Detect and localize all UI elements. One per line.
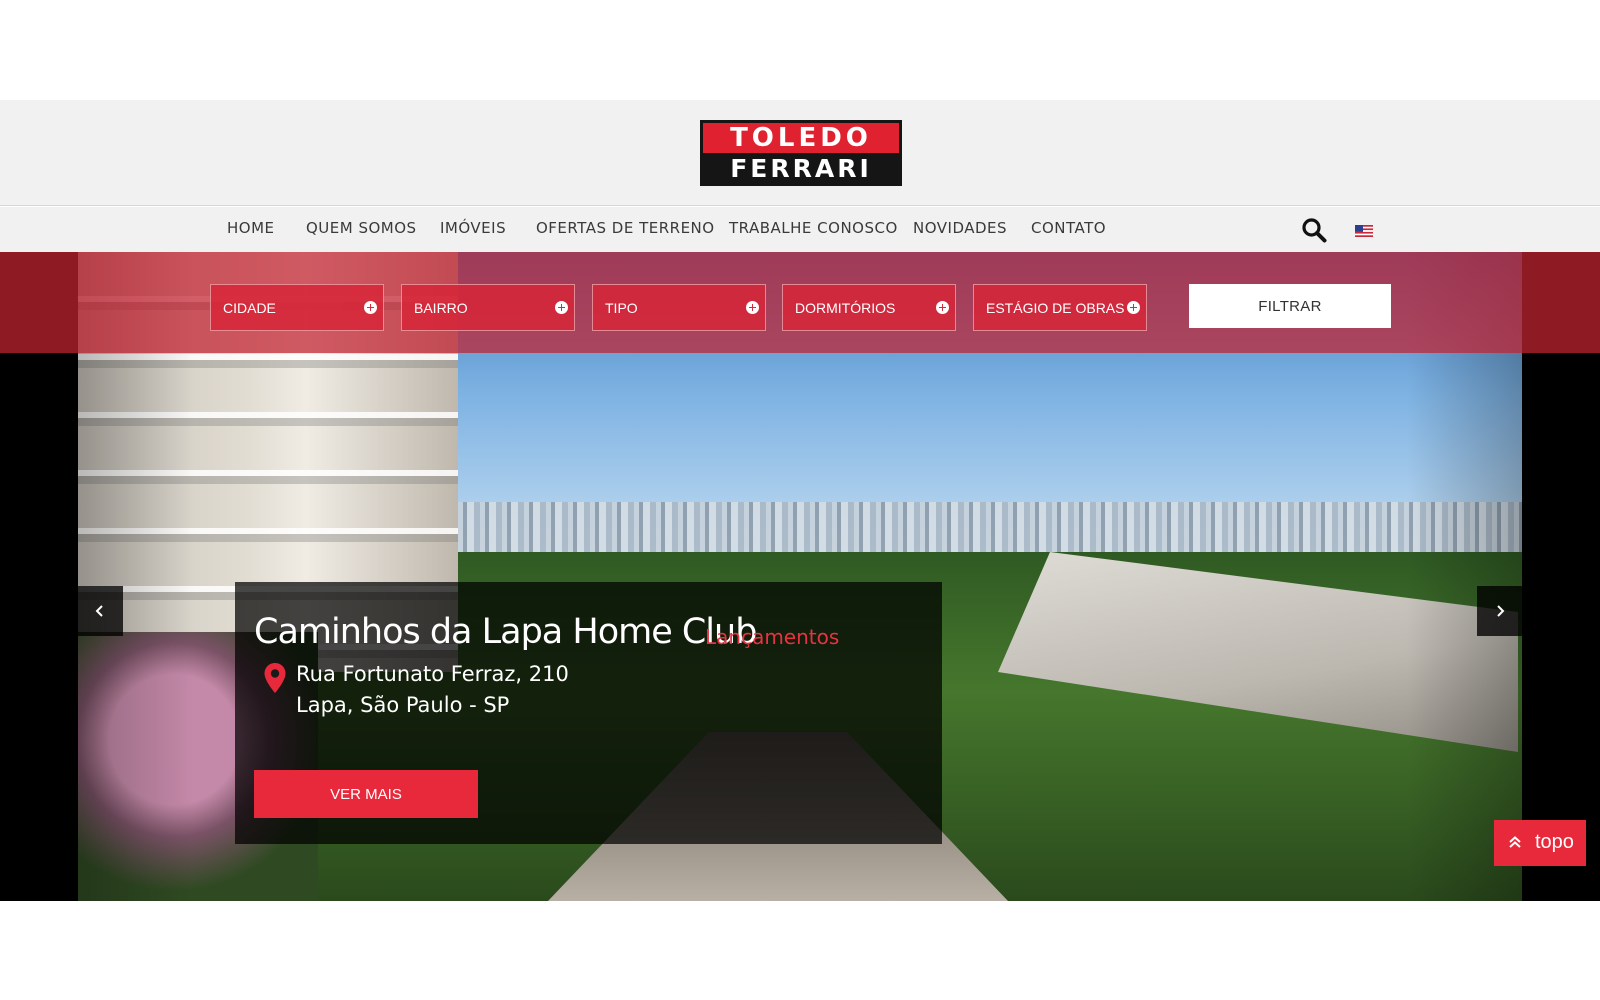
filter-tipo[interactable]: TIPO xyxy=(592,284,766,331)
main-nav: HOME QUEM SOMOS IMÓVEIS OFERTAS DE TERRE… xyxy=(0,207,1600,252)
slider-prev-button[interactable] xyxy=(77,586,123,636)
nav-item-home[interactable]: HOME xyxy=(227,219,275,237)
nav-item-contato[interactable]: CONTATO xyxy=(1031,219,1106,237)
filter-cidade[interactable]: CIDADE xyxy=(210,284,384,331)
filter-bairro[interactable]: BAIRRO xyxy=(401,284,575,331)
filter-cidade-label: CIDADE xyxy=(223,300,276,316)
nav-item-quem-somos[interactable]: QUEM SOMOS xyxy=(306,219,417,237)
plus-circle-icon xyxy=(555,301,568,314)
filter-estagio-de-obras-label: ESTÁGIO DE OBRAS xyxy=(986,300,1125,316)
nav-item-trabalhe-conosco[interactable]: TRABALHE CONOSCO xyxy=(729,219,898,237)
slide-caption: Caminhos da Lapa Home Club Lançamentos R… xyxy=(235,582,942,844)
slide-address-line-2: Lapa, São Paulo - SP xyxy=(296,693,510,717)
filtrar-button[interactable]: FILTRAR xyxy=(1189,284,1391,328)
plus-circle-icon xyxy=(936,301,949,314)
logo-line-2: FERRARI xyxy=(730,154,872,183)
map-pin-icon xyxy=(264,663,286,693)
nav-item-imoveis[interactable]: IMÓVEIS xyxy=(440,219,506,237)
logo-line-1: TOLEDO xyxy=(703,123,899,153)
property-filter-bar: CIDADE BAIRRO TIPO DORMITÓRIOS ESTÁGIO D… xyxy=(0,252,1600,353)
nav-item-ofertas-de-terreno[interactable]: OFERTAS DE TERRENO xyxy=(536,219,715,237)
filter-estagio-de-obras[interactable]: ESTÁGIO DE OBRAS xyxy=(973,284,1147,331)
filter-tipo-label: TIPO xyxy=(605,300,638,316)
filter-bairro-label: BAIRRO xyxy=(414,300,468,316)
plus-circle-icon xyxy=(364,301,377,314)
nav-item-novidades[interactable]: NOVIDADES xyxy=(913,219,1007,237)
back-to-top-button[interactable]: topo xyxy=(1494,820,1586,866)
ver-mais-button[interactable]: VER MAIS xyxy=(254,770,478,818)
site-header: TOLEDO FERRARI xyxy=(0,100,1600,206)
slide-address-line-1: Rua Fortunato Ferraz, 210 xyxy=(296,662,569,686)
chevron-right-icon xyxy=(1497,605,1505,617)
slider-next-button[interactable] xyxy=(1477,586,1523,636)
search-icon[interactable] xyxy=(1301,217,1327,243)
plus-circle-icon xyxy=(1127,301,1140,314)
slide-category-tag[interactable]: Lançamentos xyxy=(705,625,839,649)
toledo-ferrari-logo[interactable]: TOLEDO FERRARI xyxy=(700,120,902,186)
slide-title: Caminhos da Lapa Home Club xyxy=(254,612,757,652)
double-chevron-up-icon xyxy=(1509,836,1521,848)
back-to-top-label: topo xyxy=(1535,831,1574,853)
filter-dormitorios-label: DORMITÓRIOS xyxy=(795,300,896,316)
filter-dormitorios[interactable]: DORMITÓRIOS xyxy=(782,284,956,331)
us-flag-icon[interactable] xyxy=(1355,225,1373,237)
chevron-left-icon xyxy=(95,605,103,617)
hero-slider: CIDADE BAIRRO TIPO DORMITÓRIOS ESTÁGIO D… xyxy=(0,252,1600,901)
plus-circle-icon xyxy=(746,301,759,314)
